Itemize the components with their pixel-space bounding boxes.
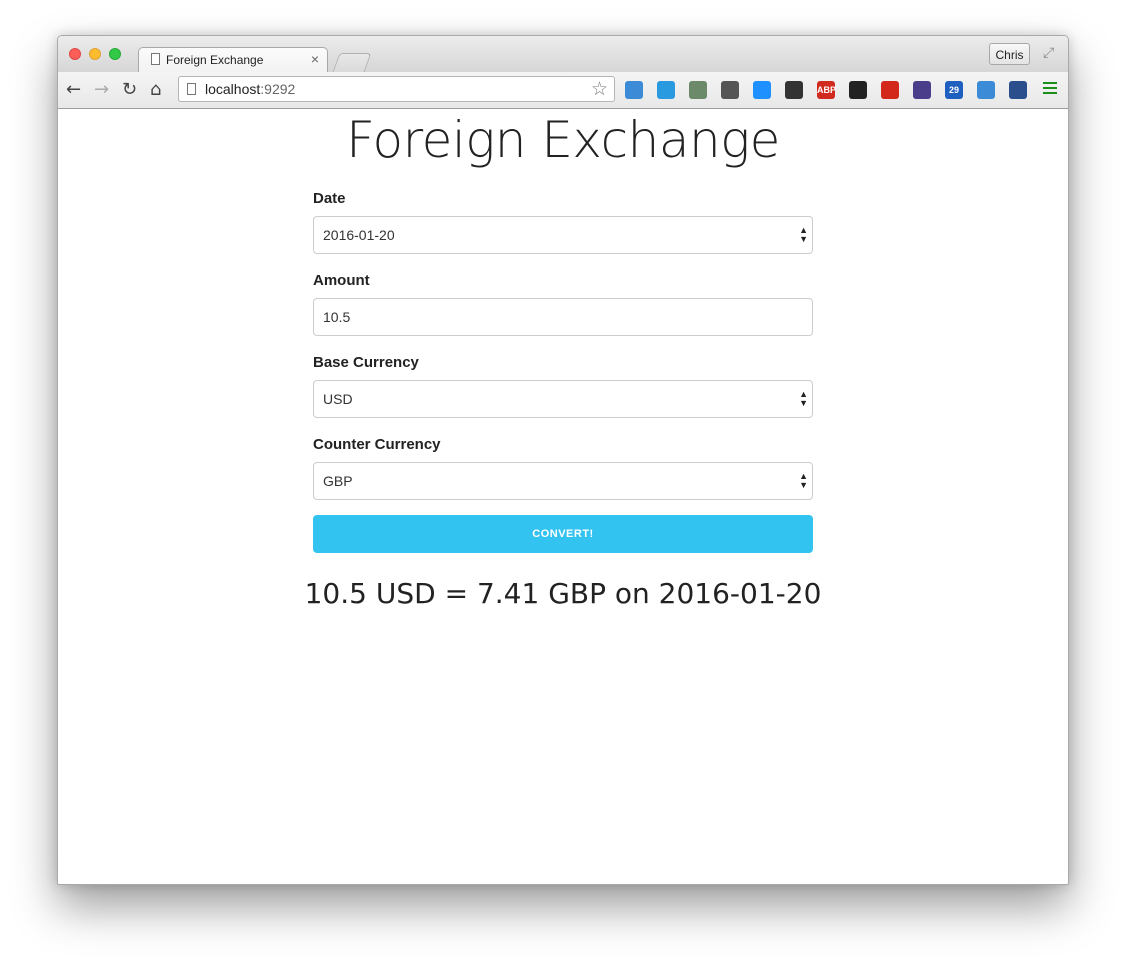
base-currency-select[interactable]: USD ▲ ▼ [313,380,813,418]
heart-ext-icon[interactable] [881,81,899,99]
title-bar: Foreign Exchange × Chris ⤢ [58,36,1068,73]
counter-currency-value: GBP [323,473,353,489]
browser-window: Foreign Exchange × Chris ⤢ ← → ↻ ⌂ local… [57,35,1069,885]
reload-icon[interactable]: ↻ [122,79,137,100]
amount-input[interactable]: 10.5 [313,298,813,336]
select-arrows-icon: ▲ ▼ [799,471,808,490]
page-title: Foreign Exchange [346,111,780,169]
menu-icon[interactable] [1043,82,1057,97]
window-close-button[interactable] [69,48,81,60]
fullscreen-icon[interactable]: ⤢ [1043,44,1054,61]
base-currency-label: Base Currency [313,354,419,371]
select-arrows-icon: ▲ ▼ [799,389,808,408]
url-port: :9292 [260,81,296,97]
url-text[interactable]: localhost:9292 [205,81,295,97]
clipboard-ext-icon[interactable] [689,81,707,99]
base-currency-value: USD [323,391,353,407]
window-minimize-button[interactable] [89,48,101,60]
forward-icon[interactable]: → [94,79,109,100]
date-select[interactable]: 2016-01-20 ▲ ▼ [313,216,813,254]
home-icon[interactable]: ⌂ [150,79,161,100]
date-label: Date [313,190,346,207]
new-tab-button[interactable] [332,53,372,72]
chrome-ext-icon[interactable] [625,81,643,99]
shield-ext-icon[interactable] [753,81,771,99]
browser-toolbar: ← → ↻ ⌂ localhost:9292 ☆ ABP 29 [58,72,1068,109]
cat-ext-icon[interactable] [849,81,867,99]
amount-value: 10.5 [323,309,351,325]
tab-title: Foreign Exchange [166,53,264,67]
page-icon [187,83,196,95]
window-maximize-button[interactable] [109,48,121,60]
url-host: localhost [205,81,261,97]
date-value: 2016-01-20 [323,227,395,243]
calendar-ext-icon[interactable]: 29 [945,81,963,99]
adblock-ext-icon[interactable]: ABP [817,81,836,99]
select-arrows-icon: ▲ ▼ [799,225,808,244]
image-ext-icon[interactable] [913,81,931,99]
amount-label: Amount [313,272,370,289]
gear-ext-icon[interactable] [785,81,803,99]
folder-ext-icon[interactable] [657,81,675,99]
address-bar[interactable]: localhost:9292 ☆ [178,76,615,102]
page-icon [151,53,160,65]
browser-tab[interactable]: Foreign Exchange × [138,47,328,73]
convert-button[interactable]: CONVERT! [313,515,813,553]
conversion-result: 10.5 USD = 7.41 GBP on 2016-01-20 [304,577,822,610]
page-content: Foreign Exchange Date 2016-01-20 ▲ ▼ Amou… [58,109,1068,884]
tab-close-icon[interactable]: × [311,51,319,67]
back-icon[interactable]: ← [66,79,81,100]
pocket-ext-icon[interactable] [721,81,739,99]
bookmark-star-icon[interactable]: ☆ [591,78,608,100]
counter-currency-label: Counter Currency [313,436,441,453]
tag-ext-icon[interactable] [977,81,995,99]
phone-ext-icon[interactable] [1009,81,1027,99]
counter-currency-select[interactable]: GBP ▲ ▼ [313,462,813,500]
profile-button[interactable]: Chris [989,43,1030,65]
